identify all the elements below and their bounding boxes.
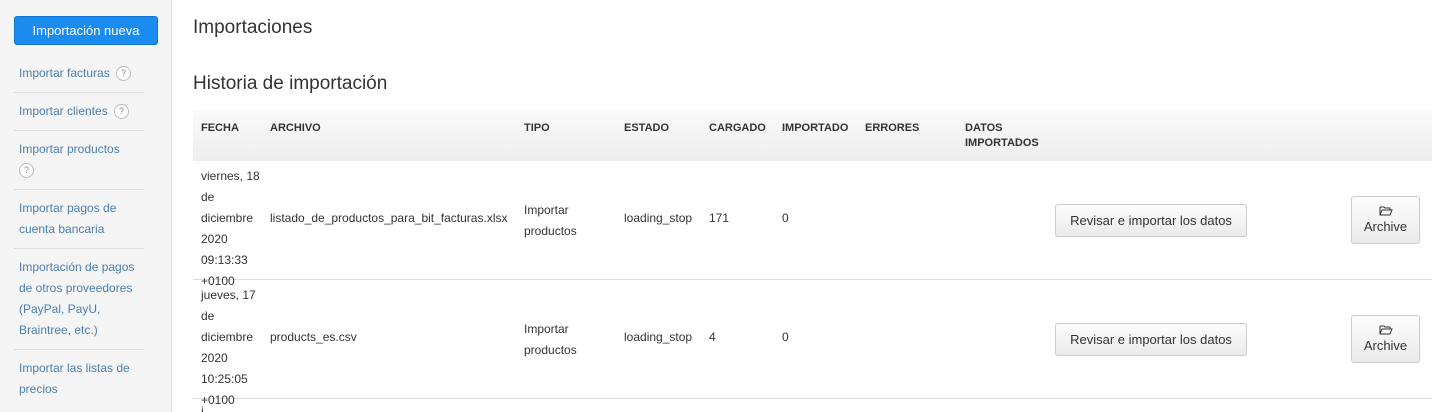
new-import-button[interactable]: Importación nueva xyxy=(14,16,158,45)
archive-label: Archive xyxy=(1363,338,1408,353)
sidebar: Importación nueva Importar facturas ? Im… xyxy=(0,0,172,412)
sidebar-item-label: Importar clientes xyxy=(19,104,108,118)
sidebar-item-import-price-lists[interactable]: Importar las listas de precios xyxy=(14,350,144,408)
column-header-estado: ESTADO xyxy=(624,122,670,134)
loaded-cell: 4 xyxy=(709,330,716,344)
help-icon[interactable]: ? xyxy=(19,163,34,179)
sidebar-item-label: Importar las listas de precios xyxy=(19,361,130,396)
status-cell: loading_stop xyxy=(624,211,693,225)
column-header-datos-importados: DATOS IMPORTADOS xyxy=(965,122,1039,149)
folder-open-icon xyxy=(1379,325,1393,335)
column-header-errores: ERRORES xyxy=(865,122,920,134)
table-header: FECHA ARCHIVO TIPO ESTADO CARGADO IMPORT… xyxy=(193,111,1432,161)
date-cell: j xyxy=(201,404,204,412)
date-cell: jueves, 17 de diciembre 2020 10:25:05 +0… xyxy=(201,288,256,407)
column-header-fecha: FECHA xyxy=(201,122,239,134)
review-import-button[interactable]: Revisar e importar los datos xyxy=(1055,204,1247,237)
section-title: Historia de importación xyxy=(193,73,388,94)
page-title: Importaciones xyxy=(193,17,313,38)
archive-button[interactable]: Archive xyxy=(1351,315,1420,363)
sidebar-item-label: Importar pagos de cuenta bancaria xyxy=(19,201,117,236)
archive-button[interactable]: Archive xyxy=(1351,196,1420,244)
table-row: viernes, 18 de diciembre 2020 09:13:33 +… xyxy=(193,161,1432,288)
sidebar-item-import-products[interactable]: Importar productos ? xyxy=(14,131,144,190)
sidebar-item-label: Importar productos xyxy=(19,142,120,156)
loaded-cell: 171 xyxy=(709,211,730,225)
type-cell: Importar productos xyxy=(524,322,577,357)
sidebar-item-import-bank-payments[interactable]: Importar pagos de cuenta bancaria xyxy=(14,190,144,249)
file-cell: listado_de_productos_para_bit_facturas.x… xyxy=(270,211,508,225)
sidebar-item-label: Importar facturas xyxy=(19,66,110,80)
column-header-cargado: CARGADO xyxy=(709,122,766,134)
help-icon[interactable]: ? xyxy=(114,104,130,120)
import-history-table: FECHA ARCHIVO TIPO ESTADO CARGADO IMPORT… xyxy=(193,111,1432,412)
column-header-tipo: TIPO xyxy=(524,122,550,134)
table-row: jueves, 17 de diciembre 2020 10:25:05 +0… xyxy=(193,280,1432,407)
archive-label: Archive xyxy=(1363,219,1408,234)
help-icon[interactable]: ? xyxy=(116,66,132,82)
sidebar-item-import-clients[interactable]: Importar clientes ? xyxy=(14,93,144,131)
status-cell: loading_stop xyxy=(624,330,693,344)
table-row: j xyxy=(193,399,1432,412)
column-header-archivo: ARCHIVO xyxy=(270,122,321,134)
file-cell: products_es.csv xyxy=(270,330,357,344)
imported-cell: 0 xyxy=(782,211,789,225)
sidebar-item-import-provider-payments[interactable]: Importación de pagos de otros proveedore… xyxy=(14,249,144,350)
date-cell: viernes, 18 de diciembre 2020 09:13:33 +… xyxy=(201,169,260,288)
sidebar-nav: Importar facturas ? Importar clientes ? … xyxy=(14,55,144,408)
type-cell: Importar productos xyxy=(524,203,577,238)
sidebar-item-label: Importación de pagos de otros proveedore… xyxy=(19,260,135,337)
sidebar-item-import-invoices[interactable]: Importar facturas ? xyxy=(14,55,144,93)
folder-open-icon xyxy=(1379,206,1393,216)
imported-cell: 0 xyxy=(782,330,789,344)
review-import-button[interactable]: Revisar e importar los datos xyxy=(1055,323,1247,356)
column-header-importado: IMPORTADO xyxy=(782,122,849,134)
